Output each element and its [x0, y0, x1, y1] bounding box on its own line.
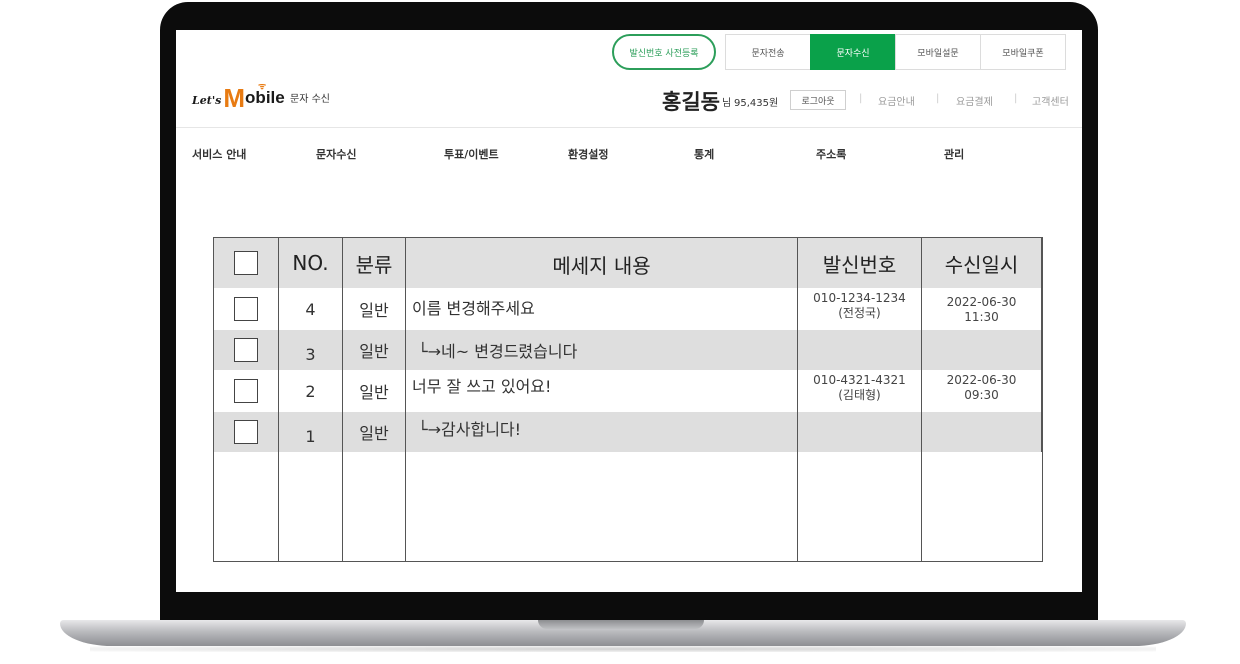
sender-name: (김태형) — [838, 388, 881, 402]
empty-cell — [798, 452, 922, 561]
table-row[interactable]: 4 일반 이름 변경해주세요 010-1234-1234 (전정국) 2022-… — [214, 288, 1042, 331]
row-category: 일반 — [343, 288, 406, 330]
register-sender-button[interactable]: 발신번호 사전등록 — [612, 34, 716, 70]
row-category: 일반 — [343, 330, 406, 370]
points-balance: 95,435원 — [734, 98, 779, 109]
link-pricing[interactable]: 요금안내 — [878, 93, 915, 108]
separator: | — [1014, 93, 1018, 104]
header-no: NO. — [279, 238, 343, 288]
select-all-checkbox[interactable] — [234, 251, 258, 275]
app-screen: 발신번호 사전등록 문자전송 문자수신 모바일설문 모바일쿠폰 Let's M … — [176, 30, 1082, 592]
row-sender — [798, 330, 922, 370]
row-no: 3 — [279, 330, 343, 370]
header-sender: 발신번호 — [798, 238, 922, 288]
empty-cell — [343, 452, 406, 561]
row-no: 4 — [279, 288, 343, 330]
row-category: 일반 — [343, 412, 406, 452]
nav-receive[interactable]: 문자수신 — [316, 146, 356, 162]
separator: | — [936, 93, 940, 104]
tab-send-message[interactable]: 문자전송 — [725, 34, 811, 70]
message-table: NO. 분류 메세지 내용 발신번호 수신일시 4 일반 이름 변경해주세요 0… — [213, 237, 1043, 562]
top-tabs: 문자전송 문자수신 모바일설문 모바일쿠폰 — [725, 34, 1066, 70]
tab-mobile-survey[interactable]: 모바일설문 — [895, 34, 981, 70]
header-checkbox-cell — [214, 238, 279, 288]
header-divider — [176, 127, 1082, 128]
table-empty-area — [214, 452, 1042, 561]
row-checkbox-cell — [214, 370, 279, 412]
received-date: 2022-06-30 — [946, 295, 1017, 309]
row-checkbox[interactable] — [234, 379, 258, 403]
row-received — [922, 412, 1042, 452]
row-checkbox-cell — [214, 288, 279, 330]
empty-cell — [279, 452, 343, 561]
page-label: 문자 수신 — [290, 94, 330, 105]
table-row[interactable]: 3 일반 └→네~ 변경드렸습니다 — [214, 330, 1042, 371]
row-received: 2022-06-30 09:30 — [922, 370, 1042, 412]
tab-receive-message[interactable]: 문자수신 — [810, 34, 896, 70]
row-checkbox[interactable] — [234, 420, 258, 444]
user-suffix: 님 — [722, 98, 732, 109]
link-payment[interactable]: 요금결제 — [956, 93, 993, 108]
nav-service-info[interactable]: 서비스 안내 — [192, 146, 246, 162]
row-message: 이름 변경해주세요 — [406, 288, 798, 330]
user-name: 홍길동 — [662, 90, 720, 114]
row-checkbox[interactable] — [234, 297, 258, 321]
laptop-shadow — [90, 646, 1156, 652]
logo-rest: ᯤ obile — [245, 81, 285, 108]
row-checkbox-cell — [214, 412, 279, 452]
nav-settings[interactable]: 환경설정 — [568, 146, 608, 162]
sender-number: 010-4321-4321 — [813, 373, 906, 387]
logout-button[interactable]: 로그아웃 — [790, 90, 846, 110]
row-category: 일반 — [343, 370, 406, 412]
header-category: 분류 — [343, 238, 406, 288]
row-received — [922, 330, 1042, 370]
row-message: └→네~ 변경드렸습니다 — [406, 330, 798, 370]
nav-address-book[interactable]: 주소록 — [816, 146, 846, 162]
empty-cell — [922, 452, 1042, 561]
table-row[interactable]: 1 일반 └→감사합니다! — [214, 412, 1042, 453]
received-time: 09:30 — [964, 388, 999, 402]
row-received: 2022-06-30 11:30 — [922, 288, 1042, 330]
row-no: 1 — [279, 412, 343, 452]
header-received: 수신일시 — [922, 238, 1042, 288]
empty-cell — [406, 452, 798, 561]
row-sender — [798, 412, 922, 452]
wifi-icon: ᯤ — [258, 81, 267, 91]
nav-admin[interactable]: 관리 — [944, 146, 964, 162]
received-date: 2022-06-30 — [946, 373, 1017, 387]
laptop-notch — [538, 620, 704, 629]
separator: | — [859, 93, 863, 104]
empty-cell — [214, 452, 279, 561]
row-checkbox[interactable] — [234, 338, 258, 362]
table-header: NO. 분류 메세지 내용 발신번호 수신일시 — [214, 238, 1042, 288]
row-checkbox-cell — [214, 330, 279, 370]
logo-lets: Let's — [192, 94, 222, 107]
row-message: 너무 잘 쓰고 있어요! — [406, 370, 798, 412]
link-support[interactable]: 고객센터 — [1032, 93, 1069, 108]
row-no: 2 — [279, 370, 343, 412]
logo[interactable]: Let's M ᯤ obile — [192, 81, 285, 113]
tab-mobile-coupon[interactable]: 모바일쿠폰 — [980, 34, 1066, 70]
table-row[interactable]: 2 일반 너무 잘 쓰고 있어요! 010-4321-4321 (김태형) 20… — [214, 370, 1042, 413]
sender-number: 010-1234-1234 — [813, 291, 906, 305]
received-time: 11:30 — [964, 310, 999, 324]
sender-name: (전정국) — [838, 306, 881, 320]
header-message: 메세지 내용 — [406, 238, 798, 288]
logo-m: M — [223, 83, 246, 113]
row-sender: 010-4321-4321 (김태형) — [798, 370, 922, 412]
row-message: └→감사합니다! — [406, 412, 798, 452]
nav-vote-event[interactable]: 투표/이벤트 — [444, 146, 499, 162]
row-sender: 010-1234-1234 (전정국) — [798, 288, 922, 330]
nav-stats[interactable]: 통계 — [694, 146, 714, 162]
